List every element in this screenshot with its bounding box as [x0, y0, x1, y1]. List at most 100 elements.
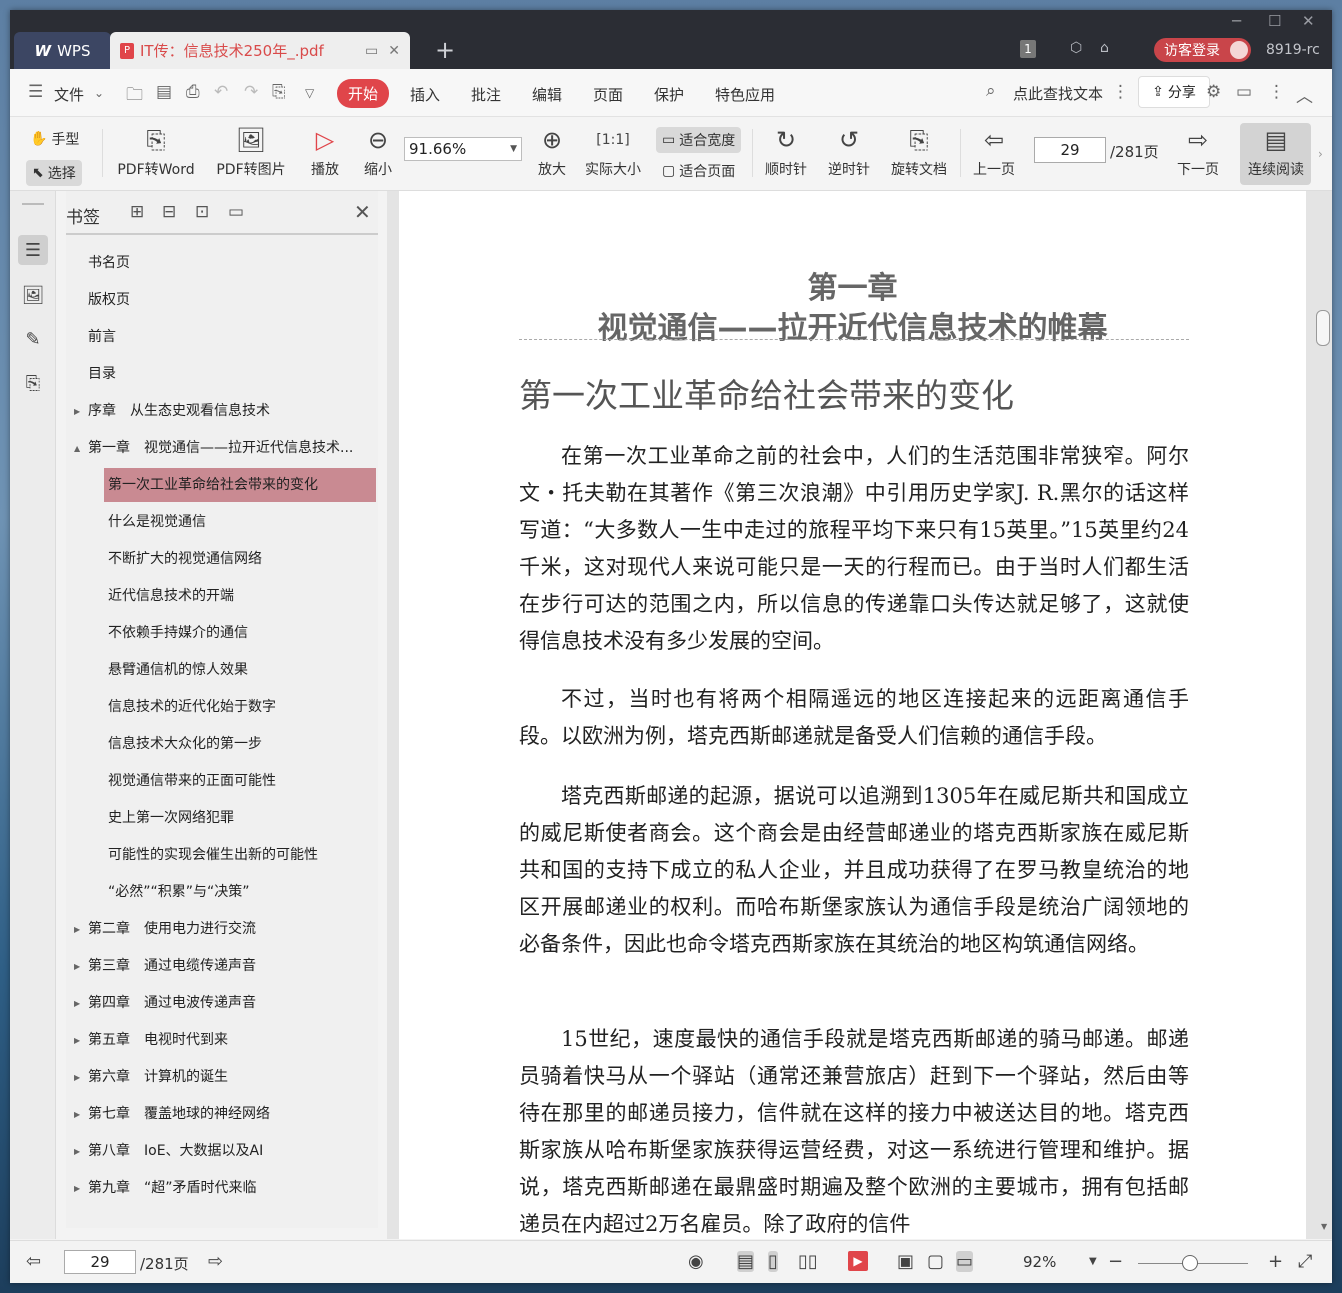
- add-bookmark-icon[interactable]: ⊡: [195, 202, 209, 222]
- comment-icon[interactable]: ▭: [1236, 82, 1252, 102]
- undo-icon[interactable]: ↶: [214, 82, 228, 102]
- play-slideshow-icon[interactable]: ▶: [848, 1251, 868, 1271]
- hamburger-icon[interactable]: ☰: [28, 82, 43, 102]
- pdf-to-image-button[interactable]: 🖼 PDF转图片: [213, 123, 289, 179]
- print-icon[interactable]: ⎙: [186, 82, 200, 102]
- expand-arrow-icon[interactable]: ▶: [74, 1036, 80, 1045]
- expand-arrow-icon[interactable]: ▶: [74, 407, 80, 416]
- bookmark-list-icon[interactable]: ☰: [18, 235, 48, 265]
- tab-insert[interactable]: 插入: [410, 84, 440, 105]
- bookmark-item[interactable]: 悬臂通信机的惊人效果: [104, 653, 376, 687]
- collapse-icon[interactable]: ︿: [1296, 82, 1313, 107]
- play-button[interactable]: ▷ 播放: [305, 123, 345, 179]
- search-icon[interactable]: ⌕: [986, 81, 996, 101]
- expand-all-icon[interactable]: ⊞: [130, 202, 144, 222]
- bookmark-item[interactable]: 信息技术大众化的第一步: [104, 727, 376, 761]
- window-count-badge[interactable]: 1: [1020, 40, 1036, 58]
- rotate-ccw-button[interactable]: ↺ 逆时针: [823, 123, 875, 179]
- fit-page-button[interactable]: ▢ 适合页面: [662, 161, 735, 181]
- fit-page-status-icon[interactable]: ▢: [927, 1251, 944, 1272]
- zoom-minus-icon[interactable]: −: [1108, 1251, 1123, 1272]
- tab-protect[interactable]: 保护: [654, 84, 684, 105]
- bookmark-item[interactable]: 书名页: [88, 246, 378, 280]
- export-icon[interactable]: ⎘: [272, 82, 286, 102]
- wps-home-tab[interactable]: W WPS: [14, 32, 111, 69]
- scroll-down-icon[interactable]: ▼: [1321, 1222, 1327, 1231]
- status-page-input[interactable]: 29: [64, 1250, 136, 1274]
- actual-size-button[interactable]: [1:1] 实际大小: [580, 123, 646, 179]
- bookmark-item[interactable]: 不依赖手持媒介的通信: [104, 616, 376, 650]
- rotate-clockwise-button[interactable]: ↻ 顺时针: [760, 123, 812, 179]
- tab-edit[interactable]: 编辑: [532, 84, 562, 105]
- tab-special[interactable]: 特色应用: [715, 84, 775, 105]
- bookmark-item[interactable]: 第五章 电视时代到来: [88, 1023, 378, 1057]
- bookmark-item[interactable]: “必然”“积累”与“决策”: [104, 875, 376, 909]
- bookmark-item[interactable]: 第二章 使用电力进行交流: [88, 912, 378, 946]
- vertical-scrollbar-thumb[interactable]: [1316, 310, 1330, 346]
- bookmark-item[interactable]: 第一章 视觉通信——拉开近代信息技术...: [88, 431, 378, 465]
- bookmark-item[interactable]: 第七章 覆盖地球的神经网络: [88, 1097, 378, 1131]
- login-button[interactable]: 访客登录: [1154, 38, 1251, 62]
- actual-size-status-icon[interactable]: ▣: [897, 1251, 914, 1272]
- settings-icon[interactable]: ⚙: [1206, 82, 1221, 102]
- next-page-icon[interactable]: ⇨: [208, 1251, 223, 1272]
- fullscreen-icon[interactable]: ⤢: [1298, 1251, 1312, 1272]
- collapse-all-icon[interactable]: ⊟: [162, 202, 176, 222]
- bookmark-item[interactable]: 版权页: [88, 283, 378, 317]
- document-tab[interactable]: P IT传：信息技术250年_.pdf ▭ ✕: [110, 32, 410, 69]
- tab-annotate[interactable]: 批注: [471, 84, 501, 105]
- thumbnail-icon[interactable]: 🖼: [18, 280, 48, 310]
- bookmark-item[interactable]: 第四章 通过电波传递声音: [88, 986, 378, 1020]
- annotation-icon[interactable]: ✎: [18, 324, 48, 354]
- drag-handle[interactable]: [22, 203, 44, 205]
- close-tab-icon[interactable]: ✕: [388, 43, 400, 59]
- single-page-scroll-icon[interactable]: ▤: [737, 1251, 755, 1272]
- bookmark-item[interactable]: 信息技术的近代化始于数字: [104, 690, 376, 724]
- zoom-in-button[interactable]: ⊕ 放大: [532, 123, 572, 179]
- new-tab-icon[interactable]: +: [435, 36, 455, 64]
- share-button[interactable]: ⇪ 分享: [1138, 76, 1210, 108]
- bookmark-item[interactable]: 近代信息技术的开端: [104, 579, 376, 613]
- prev-page-button[interactable]: ⇦ 上一页: [968, 123, 1020, 179]
- tab-page[interactable]: 页面: [593, 84, 623, 105]
- zoom-dropdown-icon[interactable]: ▼: [1089, 1256, 1097, 1267]
- expand-arrow-icon[interactable]: ▶: [74, 999, 80, 1008]
- bookmark-item[interactable]: 序章 从生态史观看信息技术: [88, 394, 378, 428]
- eye-protection-icon[interactable]: ◉: [688, 1251, 704, 1272]
- maximize-icon[interactable]: ☐: [1268, 12, 1281, 30]
- expand-arrow-icon[interactable]: ▶: [74, 962, 80, 971]
- expand-arrow-icon[interactable]: ▶: [74, 1184, 80, 1193]
- hand-tool[interactable]: ✋ 手型: [30, 129, 79, 149]
- bookmark-item[interactable]: 史上第一次网络犯罪: [104, 801, 376, 835]
- bookmark-settings-icon[interactable]: ▭: [228, 202, 244, 222]
- open-icon[interactable]: 🗀: [126, 82, 143, 111]
- file-menu[interactable]: 文件: [54, 84, 84, 105]
- shirt-icon[interactable]: ⌂: [1100, 40, 1109, 56]
- zoom-out-button[interactable]: ⊖ 缩小: [358, 123, 398, 179]
- dual-page-icon[interactable]: ▯▯: [798, 1251, 818, 1272]
- tab-start[interactable]: 开始: [337, 79, 390, 108]
- search-text[interactable]: 点此查找文本: [1013, 83, 1103, 104]
- fit-width-status-icon[interactable]: ▭: [956, 1251, 974, 1272]
- expand-arrow-icon[interactable]: ▶: [74, 1073, 80, 1082]
- next-page-button[interactable]: ⇨ 下一页: [1172, 123, 1224, 179]
- bookmark-item[interactable]: 视觉通信带来的正面可能性: [104, 764, 376, 798]
- zoom-slider-knob[interactable]: [1182, 1255, 1198, 1271]
- bookmark-item[interactable]: 可能性的实现会催生出新的可能性: [104, 838, 376, 872]
- bookmark-item[interactable]: 第六章 计算机的诞生: [88, 1060, 378, 1094]
- close-icon[interactable]: ✕: [354, 200, 371, 224]
- expand-arrow-icon[interactable]: ▶: [74, 925, 80, 934]
- prev-page-icon[interactable]: ⇦: [26, 1251, 41, 1272]
- bookmark-item[interactable]: 第九章 “超”矛盾时代来临: [88, 1171, 378, 1205]
- screen-icon[interactable]: ▭: [365, 43, 378, 59]
- save-icon[interactable]: ▤: [156, 82, 172, 102]
- bookmark-item[interactable]: 第八章 IoE、大数据以及AI: [88, 1134, 378, 1168]
- rotate-document-button[interactable]: ⎘ 旋转文档: [886, 123, 952, 179]
- close-window-icon[interactable]: ✕: [1302, 12, 1315, 30]
- select-tool[interactable]: ⬉ 选择: [26, 160, 82, 186]
- fit-width-button[interactable]: ▭ 适合宽度: [656, 127, 742, 153]
- pdf-to-word-button[interactable]: ⎘ PDF转Word: [114, 123, 198, 179]
- skin-icon[interactable]: ⬡: [1070, 40, 1082, 56]
- bookmark-item[interactable]: 不断扩大的视觉通信网络: [104, 542, 376, 576]
- single-page-icon[interactable]: ▯: [768, 1251, 778, 1272]
